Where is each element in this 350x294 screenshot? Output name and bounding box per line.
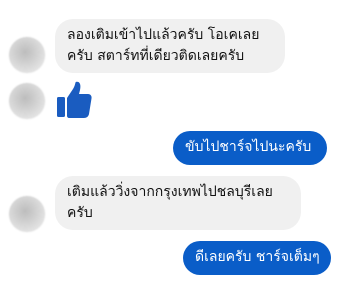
outgoing-message-2[interactable]: ดีเลยครับ ชาร์จเต็มๆ [183, 241, 331, 275]
message-line: ครับ [67, 205, 93, 221]
contact-avatar[interactable] [9, 37, 45, 73]
contact-avatar[interactable] [9, 83, 45, 119]
contact-avatar[interactable] [9, 196, 45, 232]
message-line: เติมแล้ววิ่งจากกรุงเทพไปชลบุรีเลย [67, 184, 273, 200]
message-text: ขับไปชาร์จไปนะครับ [185, 139, 312, 155]
incoming-message-2[interactable]: เติมแล้ววิ่งจากกรุงเทพไปชลบุรีเลย ครับ [55, 176, 301, 230]
thumbs-up-icon[interactable] [56, 81, 92, 119]
message-text: ดีเลยครับ ชาร์จเต็มๆ [195, 249, 320, 265]
message-line: ครับ สตาร์ทที่เดียวติดเลยครับ [67, 48, 245, 64]
message-line: ลองเติมเข้าไปแล้วครับ โอเคเลย [67, 27, 260, 43]
outgoing-message-1[interactable]: ขับไปชาร์จไปนะครับ [173, 131, 327, 165]
incoming-message-1[interactable]: ลองเติมเข้าไปแล้วครับ โอเคเลย ครับ สตาร์… [55, 19, 285, 73]
